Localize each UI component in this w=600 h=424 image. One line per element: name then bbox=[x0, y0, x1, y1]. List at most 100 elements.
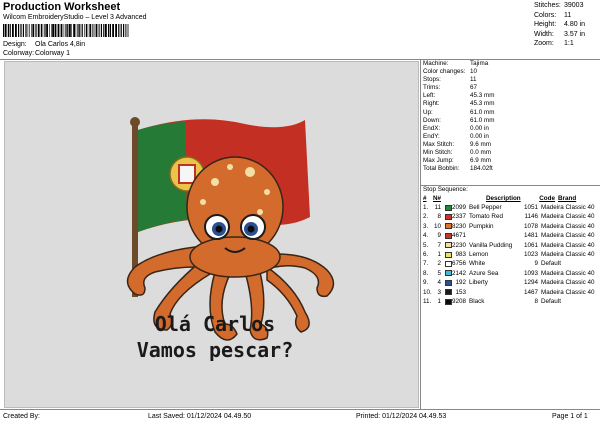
barcode-bar bbox=[77, 24, 79, 37]
barcode-bar bbox=[120, 24, 122, 37]
row-index: 3. bbox=[423, 222, 429, 230]
barcode-bar bbox=[97, 24, 99, 37]
barcode-bar bbox=[105, 24, 107, 37]
row-needle: 1 bbox=[437, 250, 441, 258]
col-header-brand: Brand bbox=[558, 195, 577, 202]
stat-value: 3.57 in bbox=[564, 30, 586, 38]
barcode-bar bbox=[65, 24, 67, 37]
barcode-bar bbox=[84, 24, 85, 37]
color-swatch bbox=[445, 270, 452, 277]
row-code: 1061 bbox=[523, 241, 538, 249]
row-code: 9 bbox=[534, 260, 538, 268]
row-brand: Default bbox=[541, 297, 561, 305]
color-swatch bbox=[445, 298, 452, 305]
table-row: 10. 3 153 1467 Madeira Classic 40 bbox=[423, 288, 598, 297]
row-description: Black bbox=[469, 297, 485, 305]
barcode-bar bbox=[85, 24, 87, 37]
barcode-bar bbox=[29, 24, 30, 37]
barcode-bar bbox=[92, 24, 93, 37]
page-title: Production Worksheet bbox=[3, 1, 121, 13]
row-description: Bell Pepper bbox=[469, 204, 502, 211]
barcode-bar bbox=[46, 24, 48, 37]
barcode-bar bbox=[75, 24, 77, 37]
barcode-bar bbox=[67, 24, 69, 37]
row-description: Vanilla Pudding bbox=[469, 241, 513, 249]
row-brand: Madeira Classic 40 bbox=[541, 279, 595, 287]
property-row: Right: 45.3 mm bbox=[423, 100, 598, 108]
design-caption-line1: Olá Carlos bbox=[154, 312, 276, 336]
barcode-bar bbox=[115, 24, 117, 37]
octopus-body bbox=[189, 236, 281, 278]
property-label: Color changes: bbox=[423, 68, 466, 76]
barcode-bar bbox=[69, 24, 71, 37]
property-value: 6.9 mm bbox=[470, 157, 491, 165]
row-brand: Madeira Classic 40 bbox=[541, 204, 595, 211]
property-value: 67 bbox=[470, 84, 478, 92]
barcode-bar bbox=[109, 24, 111, 37]
property-row: Down: 61.0 mm bbox=[423, 117, 598, 125]
barcode-bar bbox=[93, 24, 95, 37]
col-header-description: Description bbox=[486, 195, 521, 202]
row-thread-code: 6756 bbox=[452, 260, 467, 268]
row-thread-code: 4671 bbox=[452, 232, 467, 240]
stat-label: Colors: bbox=[534, 11, 557, 19]
page-number: Page 1 of 1 bbox=[552, 413, 588, 420]
property-row: Max Jump: 6.9 mm bbox=[423, 157, 598, 165]
col-header-blank bbox=[441, 195, 486, 203]
row-index: 8. bbox=[423, 269, 429, 277]
barcode-bar bbox=[35, 24, 37, 37]
barcode-bar bbox=[52, 24, 54, 37]
row-code: 1093 bbox=[523, 269, 538, 277]
stat-label: Zoom: bbox=[534, 40, 554, 47]
barcode-bar bbox=[94, 24, 96, 37]
row-code: 1078 bbox=[523, 222, 538, 230]
row-code: 1146 bbox=[524, 213, 538, 221]
row-thread-code: 2142 bbox=[452, 269, 467, 277]
row-needle: 1 bbox=[437, 297, 441, 305]
row-needle: 10 bbox=[433, 222, 441, 230]
property-label: Right: bbox=[423, 100, 440, 108]
octopus-iris-right bbox=[247, 225, 255, 233]
row-needle: 3 bbox=[437, 288, 441, 296]
row-needle: 9 bbox=[437, 232, 441, 240]
row-brand: Madeira Classic 40 bbox=[541, 222, 595, 230]
barcode-bar bbox=[73, 24, 75, 37]
barcode-bar bbox=[22, 24, 24, 37]
table-row: 3. 10 8230 Pumpkin 1078 Madeira Classic 40 bbox=[423, 222, 598, 231]
property-value: 0.0 mm bbox=[470, 149, 491, 157]
row-code: 1467 bbox=[523, 288, 538, 296]
row-index: 6. bbox=[423, 250, 429, 258]
row-index: 2. bbox=[423, 213, 429, 221]
property-row: Stops: 11 bbox=[423, 76, 598, 84]
property-label: Total Bobbin: bbox=[423, 165, 460, 173]
row-index: 1. bbox=[423, 204, 429, 211]
property-value: 61.0 mm bbox=[470, 116, 495, 124]
property-row: Max Stitch: 9.6 mm bbox=[423, 141, 598, 149]
barcode-bar bbox=[63, 24, 65, 37]
table-row: 5. 7 2230 Vanilla Pudding 1061 Madeira Classi… bbox=[423, 241, 598, 250]
row-brand: Madeira Classic 40 bbox=[541, 250, 595, 258]
property-row: Trims: 67 bbox=[423, 84, 598, 92]
property-row: EndY: 0.00 in bbox=[423, 133, 598, 141]
property-row: EndX: 0.00 in bbox=[423, 125, 598, 133]
property-label: EndY: bbox=[423, 132, 440, 140]
barcode-bar bbox=[37, 24, 40, 37]
table-row: 2. 8 2337 Tomato Red 1146 Madeira Classic 40 bbox=[423, 212, 598, 221]
design-label: Design: bbox=[3, 41, 27, 48]
property-value: 9.6 mm bbox=[470, 140, 491, 148]
stat-value: 11 bbox=[564, 11, 572, 19]
row-description: White bbox=[469, 260, 486, 268]
property-label: Trims: bbox=[423, 84, 441, 92]
barcode-bar bbox=[4, 24, 7, 37]
row-thread-code: 8230 bbox=[452, 222, 467, 230]
barcode-bar bbox=[3, 24, 5, 37]
row-needle: 2 bbox=[437, 260, 441, 268]
barcode-bar bbox=[125, 24, 126, 37]
created-by: Created By: bbox=[3, 413, 40, 420]
barcode-bar bbox=[51, 24, 52, 37]
property-value: Tajima bbox=[470, 60, 489, 67]
barcode-bar bbox=[79, 24, 81, 37]
color-swatch bbox=[445, 261, 452, 268]
col-header-code: Code bbox=[539, 195, 555, 202]
barcode-bar bbox=[20, 24, 22, 37]
